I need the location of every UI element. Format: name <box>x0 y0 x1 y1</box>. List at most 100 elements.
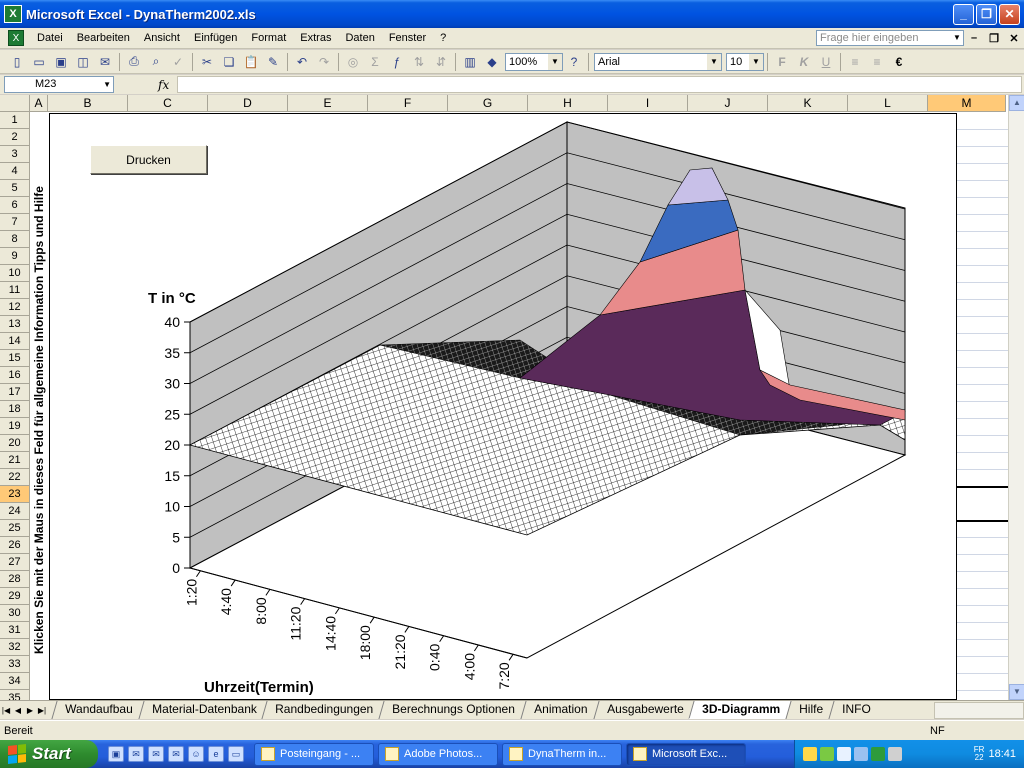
task-button[interactable]: Posteingang - ... <box>254 742 374 766</box>
row-header-8[interactable]: 8 <box>0 231 30 248</box>
new-icon[interactable]: ▯ <box>6 52 28 72</box>
menu-einfuegen[interactable]: Einfügen <box>187 32 244 44</box>
row-header-23[interactable]: 23 <box>0 486 30 503</box>
row-header-27[interactable]: 27 <box>0 554 30 571</box>
row-header-2[interactable]: 2 <box>0 129 30 146</box>
help-hint-field[interactable]: Klicken Sie mit der Maus in dieses Feld … <box>32 140 46 700</box>
row-header-18[interactable]: 18 <box>0 401 30 418</box>
tray-app-icon[interactable] <box>803 747 817 761</box>
chevron-down-icon[interactable]: ▼ <box>707 53 721 70</box>
row-header-13[interactable]: 13 <box>0 316 30 333</box>
scroll-up-arrow[interactable]: ▲ <box>1009 95 1024 111</box>
euro-icon[interactable]: € <box>888 52 910 72</box>
task-button[interactable]: Microsoft Exc... <box>626 742 746 766</box>
column-header-h[interactable]: H <box>528 95 608 112</box>
chevron-down-icon[interactable]: ▼ <box>951 31 963 45</box>
doc-close-button[interactable]: ✕ <box>1004 32 1024 45</box>
help-icon[interactable]: ? <box>563 52 585 72</box>
font-size-select[interactable]: 10 ▼ <box>726 52 764 71</box>
column-header-f[interactable]: F <box>368 95 448 112</box>
task-button[interactable]: Adobe Photos... <box>378 742 498 766</box>
document-icon[interactable]: X <box>8 30 24 46</box>
paste-icon[interactable]: 📋 <box>240 52 262 72</box>
align-center-icon[interactable]: ≡ <box>866 52 888 72</box>
excel-app-icon[interactable]: X <box>4 5 22 23</box>
zoom-select[interactable]: 100% ▼ <box>505 52 563 71</box>
save-icon[interactable]: ▣ <box>50 52 72 72</box>
chevron-down-icon[interactable]: ▼ <box>749 53 763 70</box>
row-header-4[interactable]: 4 <box>0 163 30 180</box>
help-search-input[interactable]: Frage hier eingeben ▼ <box>816 30 964 46</box>
quick-launch-mail-icon[interactable]: ✉ <box>128 746 144 762</box>
row-header-20[interactable]: 20 <box>0 435 30 452</box>
function-icon[interactable]: ƒ <box>386 52 408 72</box>
row-header-26[interactable]: 26 <box>0 537 30 554</box>
sort-asc-icon[interactable]: ⇅ <box>408 52 430 72</box>
quick-launch-ie-icon[interactable]: e <box>208 746 224 762</box>
menu-extras[interactable]: Extras <box>293 32 338 44</box>
row-header-24[interactable]: 24 <box>0 503 30 520</box>
column-header-m[interactable]: M <box>928 95 1006 112</box>
row-header-32[interactable]: 32 <box>0 639 30 656</box>
chevron-down-icon[interactable]: ▼ <box>103 77 111 92</box>
menu-daten[interactable]: Daten <box>338 32 381 44</box>
restore-button[interactable]: ❐ <box>976 3 997 25</box>
row-header-10[interactable]: 10 <box>0 265 30 282</box>
minimize-button[interactable]: _ <box>953 3 974 25</box>
underline-icon[interactable]: U <box>815 52 837 72</box>
row-header-33[interactable]: 33 <box>0 656 30 673</box>
row-header-16[interactable]: 16 <box>0 367 30 384</box>
column-header-e[interactable]: E <box>288 95 368 112</box>
menu-help[interactable]: ? <box>433 32 453 44</box>
menu-format[interactable]: Format <box>244 32 293 44</box>
chevron-down-icon[interactable]: ▼ <box>548 53 562 70</box>
row-header-29[interactable]: 29 <box>0 588 30 605</box>
prev-sheet-icon[interactable]: ◀ <box>12 706 24 715</box>
row-header-25[interactable]: 25 <box>0 520 30 537</box>
hyperlink-icon[interactable]: ◎ <box>342 52 364 72</box>
sheet-tab-wandaufbau[interactable]: Wandaufbau <box>51 701 146 719</box>
drawing-icon[interactable]: ◆ <box>481 52 503 72</box>
align-left-icon[interactable]: ≡ <box>844 52 866 72</box>
vertical-scrollbar[interactable]: ▲ ▼ <box>1008 95 1024 700</box>
row-header-15[interactable]: 15 <box>0 350 30 367</box>
last-sheet-icon[interactable]: ▶| <box>36 706 48 715</box>
italic-icon[interactable]: K <box>793 52 815 72</box>
select-all-corner[interactable] <box>0 95 30 112</box>
font-select[interactable]: Arial ▼ <box>594 52 722 71</box>
menu-fenster[interactable]: Fenster <box>382 32 433 44</box>
print-preview-icon[interactable]: ⌕ <box>145 52 167 72</box>
cut-icon[interactable]: ✂ <box>196 52 218 72</box>
row-header-3[interactable]: 3 <box>0 146 30 163</box>
sort-desc-icon[interactable]: ⇵ <box>430 52 452 72</box>
row-header-30[interactable]: 30 <box>0 605 30 622</box>
tray-network-icon[interactable] <box>820 747 834 761</box>
sheet-tab-berechnungs-optionen[interactable]: Berechnungs Optionen <box>378 701 528 719</box>
row-header-31[interactable]: 31 <box>0 622 30 639</box>
task-button[interactable]: DynaTherm in... <box>502 742 622 766</box>
email-icon[interactable]: ✉ <box>94 52 116 72</box>
row-header-5[interactable]: 5 <box>0 180 30 197</box>
row-header-28[interactable]: 28 <box>0 571 30 588</box>
column-header-c[interactable]: C <box>128 95 208 112</box>
quick-launch-desktop-icon[interactable]: ▣ <box>108 746 124 762</box>
sheet-tab-material-datenbank[interactable]: Material-Datenbank <box>138 701 269 719</box>
row-header-14[interactable]: 14 <box>0 333 30 350</box>
spelling-icon[interactable]: ✓ <box>167 52 189 72</box>
scroll-down-arrow[interactable]: ▼ <box>1009 684 1024 700</box>
sheet-tab-ausgabewerte[interactable]: Ausgabewerte <box>592 701 696 719</box>
next-sheet-icon[interactable]: ▶ <box>24 706 36 715</box>
chart-area[interactable] <box>49 113 957 700</box>
row-header-7[interactable]: 7 <box>0 214 30 231</box>
tray-security-icon[interactable] <box>871 747 885 761</box>
column-header-i[interactable]: I <box>608 95 688 112</box>
redo-icon[interactable]: ↷ <box>313 52 335 72</box>
name-box[interactable]: M23 ▼ <box>4 76 114 93</box>
quick-launch-messenger-icon[interactable]: ☺ <box>188 746 204 762</box>
clock[interactable]: FR 22 18:41 <box>974 746 1016 762</box>
row-header-34[interactable]: 34 <box>0 673 30 690</box>
row-header-22[interactable]: 22 <box>0 469 30 486</box>
tray-usb-icon[interactable] <box>888 747 902 761</box>
sheet-tab-randbedingungen[interactable]: Randbedingungen <box>261 701 387 719</box>
menu-bearbeiten[interactable]: Bearbeiten <box>70 32 137 44</box>
